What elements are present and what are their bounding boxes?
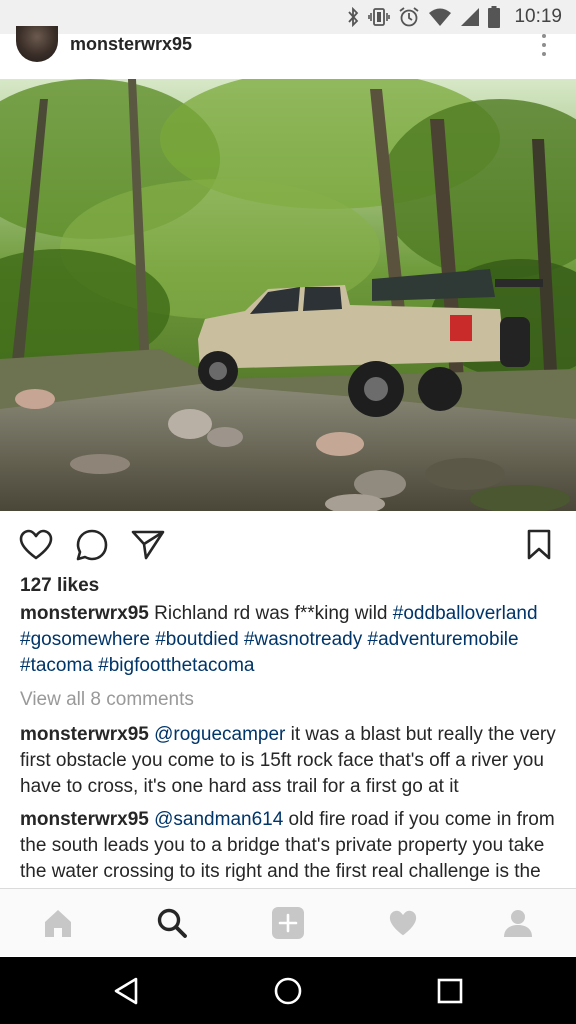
comment-mention[interactable]: @sandman614 xyxy=(154,809,283,830)
likes-count[interactable]: 127 likes xyxy=(20,575,99,597)
comment-icon[interactable] xyxy=(73,526,111,564)
profile-icon[interactable] xyxy=(500,905,536,941)
status-time: 10:19 xyxy=(514,6,562,27)
signal-icon xyxy=(460,7,480,27)
comment: monsterwrx95 @sandman614 old fire road i… xyxy=(20,807,568,888)
hashtag[interactable]: #gosomewhere xyxy=(20,629,150,650)
hashtag[interactable]: #adventuremobile xyxy=(368,629,519,650)
hashtag[interactable]: #bigfootthetacoma xyxy=(98,655,254,676)
search-icon[interactable] xyxy=(154,905,190,941)
add-post-icon[interactable] xyxy=(270,905,306,941)
alarm-icon xyxy=(398,6,420,28)
caption-username[interactable]: monsterwrx95 xyxy=(20,603,149,624)
status-icons: 10:19 xyxy=(346,0,562,34)
hashtag[interactable]: #boutdied xyxy=(155,629,238,650)
comment: monsterwrx95 @roguecamper it was a blast… xyxy=(20,722,568,800)
hashtag[interactable]: #tacoma xyxy=(20,655,93,676)
system-nav-bar xyxy=(0,957,576,1024)
post-username[interactable]: monsterwrx95 xyxy=(70,34,192,55)
comment-username[interactable]: monsterwrx95 xyxy=(20,809,149,830)
hashtag[interactable]: #wasnotready xyxy=(244,629,362,650)
recents-icon[interactable] xyxy=(432,973,468,1009)
post-header: monsterwrx95 xyxy=(0,26,576,80)
heart-icon[interactable] xyxy=(17,526,55,564)
post-caption: monsterwrx95 Richland rd was f**king wil… xyxy=(20,601,568,679)
view-all-comments-link[interactable]: View all 8 comments xyxy=(20,689,194,711)
vibrate-icon xyxy=(368,7,391,27)
status-bar: 10:19 xyxy=(0,0,576,34)
post-action-bar xyxy=(0,520,576,568)
photo-forest-truck xyxy=(0,79,576,511)
comment-username[interactable]: monsterwrx95 xyxy=(20,724,149,745)
back-icon[interactable] xyxy=(108,973,144,1009)
bottom-tab-bar xyxy=(0,888,576,956)
activity-heart-icon[interactable] xyxy=(385,905,421,941)
home-icon[interactable] xyxy=(40,905,76,941)
caption-text: Richland rd was f**king wild xyxy=(148,603,393,624)
post-photo[interactable] xyxy=(0,79,576,511)
bookmark-icon[interactable] xyxy=(520,526,558,564)
comment-mention[interactable]: @roguecamper xyxy=(154,724,285,745)
share-icon[interactable] xyxy=(129,526,167,564)
battery-icon xyxy=(488,6,501,28)
wifi-icon xyxy=(428,7,452,27)
avatar[interactable] xyxy=(16,26,58,62)
more-options-icon[interactable] xyxy=(538,34,550,56)
home-circle-icon[interactable] xyxy=(270,973,306,1009)
bluetooth-icon xyxy=(346,7,360,27)
hashtag[interactable]: #oddballoverland xyxy=(393,603,538,624)
